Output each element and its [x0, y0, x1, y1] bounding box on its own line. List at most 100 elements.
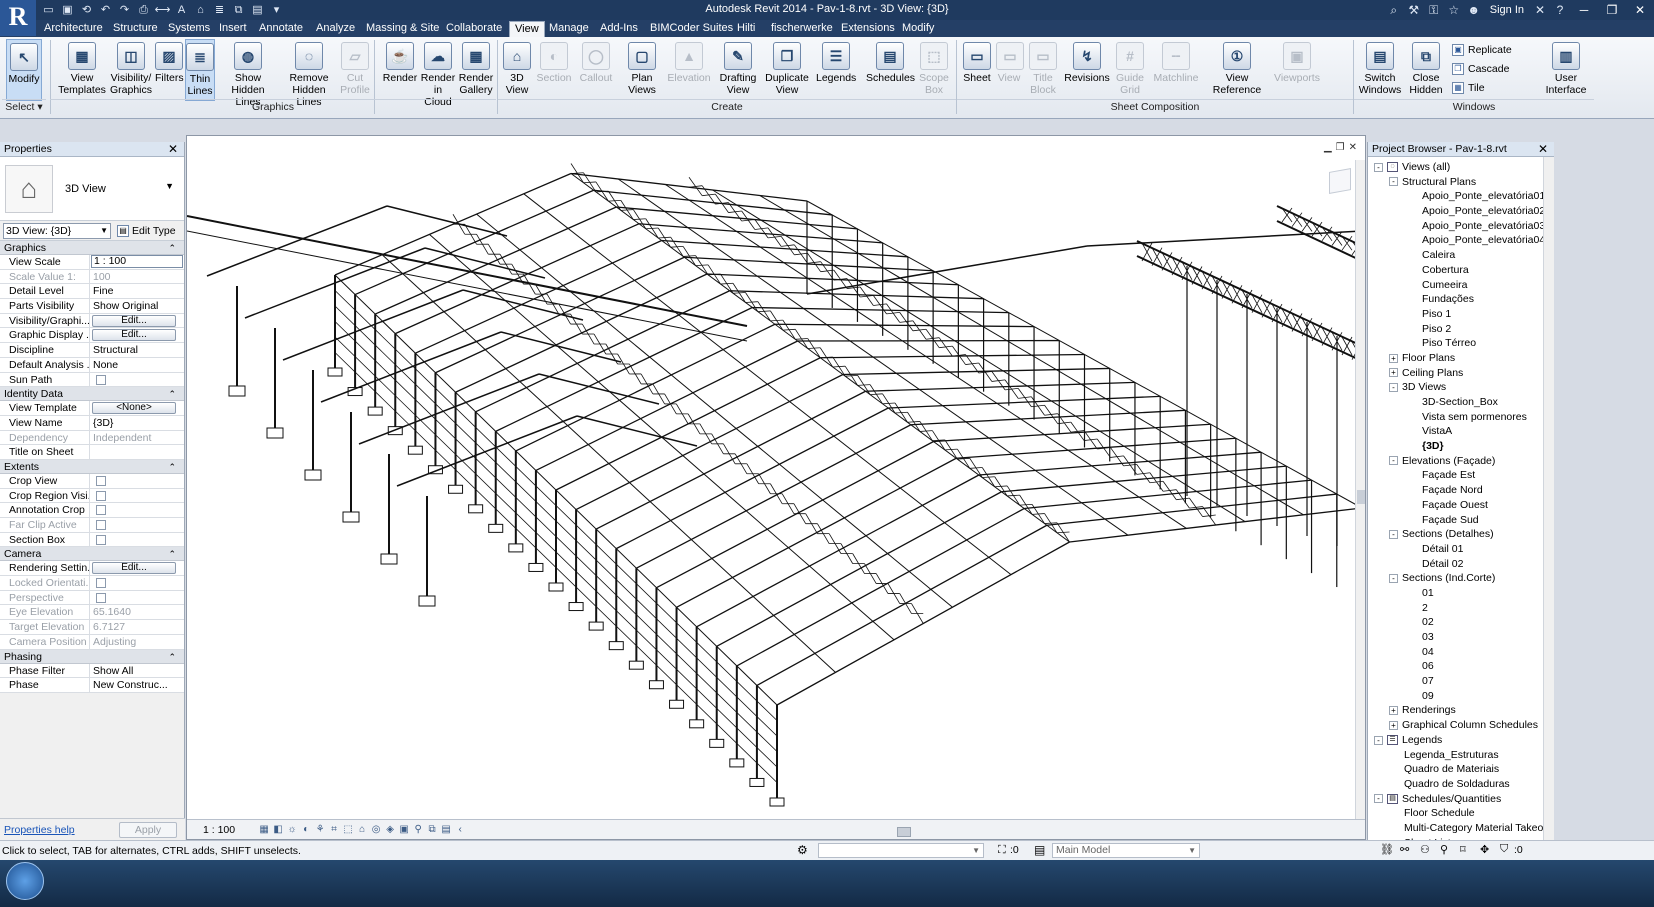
select-pinned-icon[interactable]: ⚲ [1440, 843, 1448, 856]
property-checkbox[interactable] [96, 505, 106, 516]
expand-icon[interactable]: + [1389, 706, 1398, 716]
minimize-button[interactable]: ─ [1570, 3, 1598, 17]
tab-systems[interactable]: Systems [168, 21, 210, 37]
render-button[interactable]: ☕ Render [382, 39, 418, 101]
sun-path-icon[interactable]: ☼ [285, 824, 299, 835]
binoculars-icon[interactable]: ⌕ [1384, 3, 1404, 18]
edit-type-button[interactable]: ▤ Edit Type [117, 224, 176, 237]
sync-icon[interactable]: ⟲ [78, 2, 95, 18]
browser-item[interactable]: - Elevations (Façade) [1368, 454, 1554, 469]
browser-item[interactable]: - Sections (Detalhes) [1368, 527, 1554, 542]
browser-item[interactable]: + Graphical Column Schedules [1368, 718, 1554, 733]
switch-windows-icon[interactable]: ▤ [249, 2, 266, 18]
close-button[interactable]: ✕ [1626, 3, 1654, 17]
cascade-button[interactable]: ❐ Cascade [1452, 60, 1509, 78]
browser-item[interactable]: Cobertura [1368, 263, 1554, 278]
detail-level-icon[interactable]: ▦ [257, 824, 271, 835]
user-interface-button[interactable]: ▥ User Interface [1544, 39, 1588, 101]
text-icon[interactable]: A [173, 2, 190, 18]
property-checkbox[interactable] [96, 374, 106, 385]
expand-icon[interactable]: + [1389, 353, 1398, 363]
workset-dropdown[interactable]: ▼ [818, 843, 984, 858]
property-value[interactable]: Show All [90, 664, 184, 678]
browser-item[interactable]: - ▤ Schedules/Quantities [1368, 792, 1554, 807]
exchange-icon[interactable]: ✕ [1530, 3, 1550, 17]
section-extents[interactable]: Extents ⌃ [0, 459, 184, 474]
application-menu-button[interactable]: R [0, 0, 36, 36]
print-icon[interactable]: ⎙ [135, 2, 152, 18]
browser-item[interactable]: Piso 2 [1368, 322, 1554, 337]
tab-add-ins[interactable]: Add-Ins [600, 21, 638, 37]
property-edit-button[interactable]: Edit... [92, 314, 176, 327]
tab-hilti[interactable]: Hilti [737, 21, 755, 37]
duplicate-view-button[interactable]: ❐ Duplicate View [764, 39, 810, 101]
browser-item[interactable]: VistaA [1368, 424, 1554, 439]
browser-item[interactable]: Apoio_Ponte_elevatória02 [1368, 204, 1554, 219]
schedules-button[interactable]: ▤ Schedules [866, 39, 915, 101]
browser-item[interactable]: Fundações [1368, 292, 1554, 307]
collapse-icon[interactable]: - [1389, 529, 1398, 539]
star-icon[interactable]: ☆ [1444, 3, 1464, 17]
design-option-dropdown[interactable]: Main Model ▼ [1052, 843, 1200, 858]
tab-view[interactable]: View [509, 21, 545, 37]
thin-lines-icon[interactable]: ≣ [211, 2, 228, 18]
user-icon[interactable]: ☻ [1464, 3, 1484, 17]
visibility-graphics-button[interactable]: ◫ Visibility/ Graphics [108, 39, 154, 101]
tools-icon[interactable]: ⚒ [1404, 3, 1424, 17]
expand-icon[interactable]: + [1389, 368, 1398, 378]
elevation-button[interactable]: ▲ Elevation [666, 39, 712, 101]
qat-dropdown-icon[interactable]: ▾ [268, 2, 285, 18]
maximize-button[interactable]: ❐ [1598, 3, 1626, 17]
browser-item[interactable]: - Structural Plans [1368, 175, 1554, 190]
browser-scrollbar[interactable] [1543, 157, 1554, 840]
crop-view-icon[interactable]: ⌗ [327, 824, 341, 835]
design-options-icon[interactable]: ▤ [1034, 843, 1045, 857]
browser-item[interactable]: - ☰ Legends [1368, 733, 1554, 748]
filter-icon[interactable]: ⛉ [1500, 843, 1508, 856]
browser-item[interactable]: 3D-Section_Box [1368, 395, 1554, 410]
collapse-icon[interactable]: ⌃ [168, 387, 176, 401]
worksharing-icon[interactable]: ⚲ [411, 824, 425, 835]
browser-item[interactable]: 03 [1368, 630, 1554, 645]
section-graphics[interactable]: Graphics ⌃ [0, 241, 184, 255]
collapse-icon[interactable]: - [1389, 573, 1398, 583]
3d-view-button[interactable]: ⌂ 3D View [503, 39, 531, 101]
scroll-thumb[interactable] [1357, 490, 1365, 504]
property-edit-button[interactable]: <None> [92, 402, 176, 415]
properties-help-link[interactable]: Properties help [4, 824, 75, 836]
browser-item[interactable]: Façade Sud [1368, 513, 1554, 528]
browser-item[interactable]: 02 [1368, 615, 1554, 630]
place-view-button[interactable]: ▭ View [996, 39, 1024, 101]
collapse-icon[interactable]: - [1389, 383, 1398, 393]
switch-windows-button[interactable]: ▤ Switch Windows [1358, 39, 1402, 101]
close-view-button[interactable]: ✕ [1349, 142, 1357, 153]
property-checkbox[interactable] [96, 534, 106, 545]
browser-item[interactable]: 01 [1368, 586, 1554, 601]
highlight-displacement-icon[interactable]: ▤ [439, 824, 453, 835]
property-value[interactable]: None [90, 358, 184, 372]
temporary-hide-icon[interactable]: ◎ [369, 824, 383, 835]
browser-item[interactable]: Apoio_Ponte_elevatória03 [1368, 219, 1554, 234]
plan-views-button[interactable]: ▢ Plan Views [624, 39, 660, 101]
modify-button[interactable]: ↖ Modify [6, 39, 42, 101]
browser-item[interactable]: Multi-Category Material Takeoff [1368, 821, 1554, 836]
collapse-icon[interactable]: - [1389, 456, 1398, 466]
expand-icon[interactable]: + [1389, 720, 1398, 730]
browser-item[interactable]: Vista sem pormenores [1368, 410, 1554, 425]
browser-item[interactable]: - Sections (Ind.Corte) [1368, 571, 1554, 586]
property-value[interactable]: New Construc... [90, 678, 184, 692]
section-identity-data[interactable]: Identity Data ⌃ [0, 387, 184, 402]
browser-item[interactable]: Legenda_Estruturas [1368, 748, 1554, 763]
minimize-view-button[interactable]: ▁ [1324, 142, 1332, 153]
close-icon[interactable]: ✕ [168, 142, 178, 157]
property-value[interactable]: Fine [90, 284, 184, 298]
browser-item[interactable]: 2 [1368, 601, 1554, 616]
replicate-button[interactable]: ▣ Replicate [1452, 41, 1512, 59]
browser-item[interactable]: Floor Schedule [1368, 806, 1554, 821]
save-icon[interactable]: ▣ [59, 2, 76, 18]
scroll-left-icon[interactable]: ‹ [453, 824, 467, 835]
browser-item[interactable]: Détail 02 [1368, 557, 1554, 572]
tab-massing-site[interactable]: Massing & Site [366, 21, 439, 37]
visual-style-icon[interactable]: ◧ [271, 824, 285, 835]
select-panel-label[interactable]: Select ▾ [2, 99, 46, 114]
